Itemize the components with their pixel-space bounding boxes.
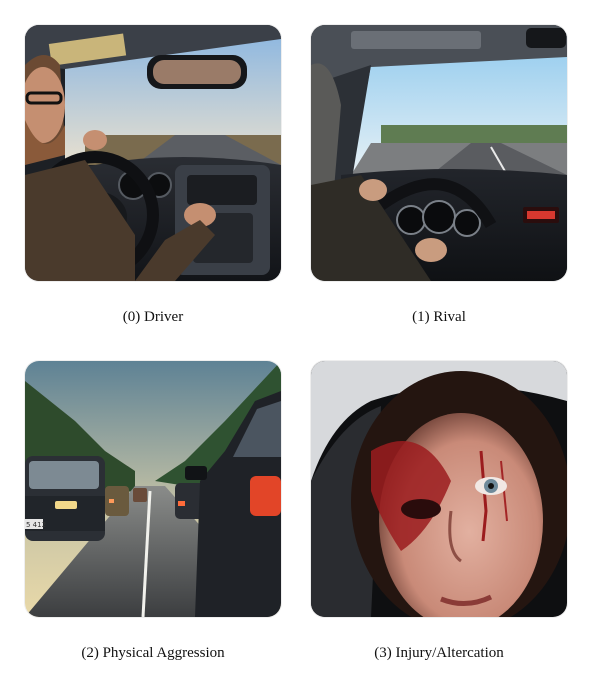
caption-physical-aggression: (2) Physical Aggression [81,645,225,661]
panel-injury-altercation-image [311,361,567,617]
driver-photo [25,25,281,281]
panel-rival-image [311,25,567,281]
panel-physical-aggression-image: 5 412 [25,361,281,617]
traffic-photo: 5 412 [25,361,281,617]
injury-photo [311,361,567,617]
caption-driver: (0) Driver [122,309,184,325]
caption-injury-altercation: (3) Injury/Altercation [374,645,504,661]
license-plate-text: 5 412 [26,521,46,529]
caption-rival: (1) Rival [412,309,466,325]
panel-driver-image [25,25,281,281]
rival-photo [311,25,567,281]
